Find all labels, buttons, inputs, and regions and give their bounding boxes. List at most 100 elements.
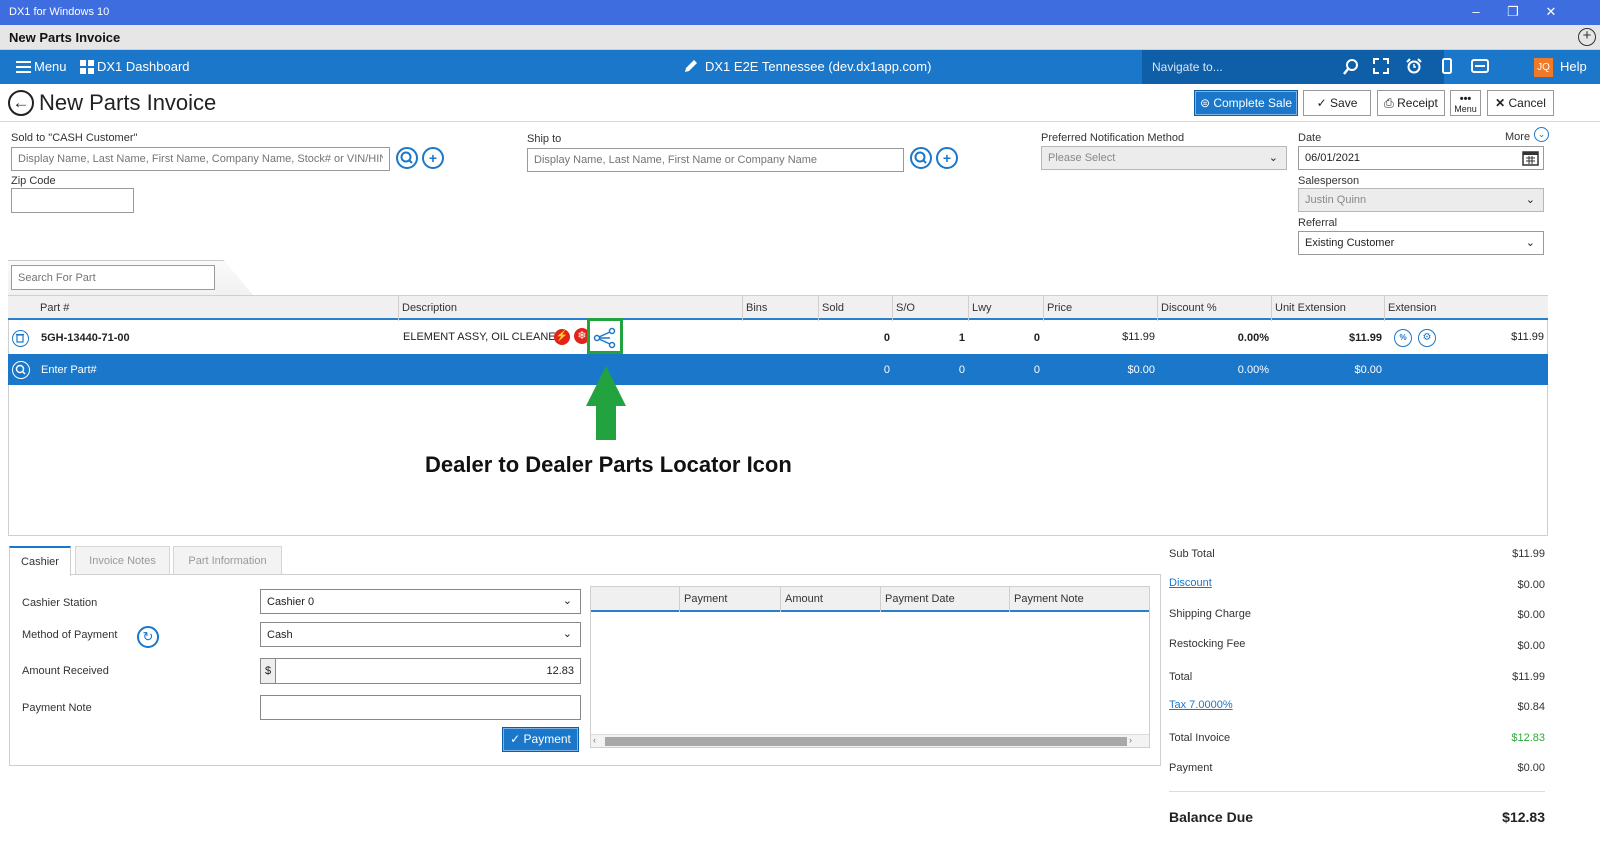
- settings-gear-icon[interactable]: ⚙: [1418, 329, 1436, 347]
- receipt-button[interactable]: ⎙ Receipt: [1377, 90, 1445, 116]
- col-extension[interactable]: Extension: [1388, 302, 1436, 314]
- col-sold[interactable]: Sold: [822, 302, 844, 314]
- mobile-device-icon[interactable]: [1437, 58, 1457, 76]
- navigate-search-box[interactable]: [1142, 50, 1444, 84]
- save-button[interactable]: ✓ Save: [1303, 90, 1371, 116]
- col-so[interactable]: S/O: [896, 302, 915, 314]
- search-icon[interactable]: [1342, 58, 1360, 76]
- shipping-label: Shipping Charge: [1169, 608, 1251, 620]
- col-payment[interactable]: Payment: [684, 593, 727, 605]
- enter-part-row[interactable]: Enter Part# 0 0 0 $0.00 0.00% $0.00: [8, 354, 1548, 385]
- back-arrow-icon[interactable]: ←: [8, 90, 34, 116]
- col-bins[interactable]: Bins: [746, 302, 767, 314]
- date-input[interactable]: 06/01/2021: [1298, 146, 1544, 170]
- document-tab-title[interactable]: New Parts Invoice: [9, 30, 120, 45]
- more-menu-button[interactable]: ••• Menu: [1450, 90, 1481, 116]
- col-unit-extension[interactable]: Unit Extension: [1275, 302, 1346, 314]
- table-row[interactable]: 5GH-13440-71-00 ELEMENT ASSY, OIL CLEANE…: [8, 321, 1548, 354]
- col-part[interactable]: Part #: [40, 302, 69, 314]
- col-description[interactable]: Description: [402, 302, 457, 314]
- tax-link[interactable]: Tax 7.0000%: [1169, 699, 1233, 711]
- refresh-icon[interactable]: ↻: [137, 626, 159, 648]
- scrollbar-thumb[interactable]: [605, 737, 1127, 746]
- percent-discount-icon[interactable]: %: [1394, 329, 1412, 347]
- salesperson-select[interactable]: Justin Quinn ⌄: [1298, 188, 1544, 212]
- pencil-icon[interactable]: [683, 59, 698, 74]
- tab-invoice-notes[interactable]: Invoice Notes: [75, 546, 170, 575]
- dashboard-link[interactable]: DX1 Dashboard: [97, 59, 190, 74]
- delete-part-icon[interactable]: [12, 330, 29, 347]
- hamburger-icon[interactable]: [16, 60, 31, 74]
- horizontal-scrollbar[interactable]: ‹ ›: [591, 734, 1149, 747]
- calendar-icon[interactable]: [1522, 150, 1539, 169]
- col-lwy[interactable]: Lwy: [972, 302, 992, 314]
- more-chevron-icon[interactable]: ⌄: [1534, 127, 1549, 142]
- more-menu-label: Menu: [1454, 104, 1477, 114]
- ship-to-search-icon[interactable]: [910, 147, 932, 169]
- close-window-button[interactable]: ✕: [1540, 3, 1562, 21]
- col-divider: [780, 587, 781, 612]
- cashier-station-value: Cashier 0: [267, 596, 315, 608]
- zip-code-input[interactable]: [11, 188, 134, 213]
- company-name[interactable]: DX1 E2E Tennessee (dev.dx1app.com): [705, 59, 931, 74]
- amount-received-value[interactable]: 12.83: [546, 665, 574, 677]
- minimize-button[interactable]: –: [1465, 3, 1487, 21]
- restore-button[interactable]: ❐: [1502, 3, 1524, 21]
- user-avatar[interactable]: JQ: [1534, 58, 1553, 77]
- col-discount[interactable]: Discount %: [1161, 302, 1217, 314]
- more-label[interactable]: More: [1505, 131, 1530, 143]
- enter-part-input[interactable]: Enter Part#: [41, 364, 97, 376]
- lwy-qty[interactable]: 0: [1018, 332, 1040, 344]
- cashier-station-select[interactable]: Cashier 0 ⌄: [260, 589, 581, 614]
- discount-link[interactable]: Discount: [1169, 577, 1212, 589]
- sold-to-input[interactable]: [11, 147, 390, 171]
- alarm-clock-icon[interactable]: [1404, 58, 1424, 76]
- col-price[interactable]: Price: [1047, 302, 1072, 314]
- scroll-right-icon[interactable]: ›: [1129, 735, 1132, 745]
- sold-to-add-icon[interactable]: +: [422, 147, 444, 169]
- complete-sale-button[interactable]: ⊜ Complete Sale: [1194, 90, 1298, 116]
- amount-received-field[interactable]: $ 12.83: [260, 658, 581, 684]
- navigate-input[interactable]: [1152, 56, 1352, 78]
- payments-grid: Payment Amount Payment Date Payment Note…: [590, 586, 1150, 748]
- menu-button[interactable]: Menu: [34, 59, 67, 74]
- tab-part-information[interactable]: Part Information: [173, 546, 282, 575]
- cancel-button[interactable]: ✕ Cancel: [1487, 90, 1554, 116]
- col-amount[interactable]: Amount: [785, 593, 823, 605]
- price-value[interactable]: $11.99: [1068, 331, 1155, 343]
- lightning-icon[interactable]: ⚡: [554, 329, 570, 345]
- payment-note-input[interactable]: [260, 695, 581, 720]
- sold-qty[interactable]: 0: [868, 332, 890, 344]
- col-divider: [1384, 296, 1385, 321]
- sub-total-label: Sub Total: [1169, 548, 1215, 560]
- message-icon[interactable]: [1470, 58, 1490, 76]
- notification-value: Please Select: [1048, 152, 1116, 164]
- discount-value[interactable]: 0.00%: [1178, 332, 1269, 344]
- sub-total-value: $11.99: [1512, 548, 1545, 560]
- so-qty[interactable]: 1: [943, 332, 965, 344]
- col-payment-date[interactable]: Payment Date: [885, 593, 955, 605]
- search-icon[interactable]: [12, 361, 30, 379]
- referral-label: Referral: [1298, 217, 1338, 229]
- tab-cashier[interactable]: Cashier: [9, 546, 71, 576]
- notification-select[interactable]: Please Select ⌄: [1041, 146, 1287, 170]
- close-icon: ✕: [1495, 96, 1506, 110]
- sold-to-search-icon[interactable]: [396, 147, 418, 169]
- col-payment-note[interactable]: Payment Note: [1014, 593, 1084, 605]
- payment-button[interactable]: ✓ Payment: [502, 727, 579, 752]
- help-link[interactable]: Help: [1560, 59, 1587, 74]
- amount-received-label: Amount Received: [22, 665, 109, 677]
- locator-highlight-box: [587, 318, 623, 354]
- ship-to-add-icon[interactable]: +: [936, 147, 958, 169]
- chevron-down-icon: ⌄: [562, 595, 572, 607]
- part-number[interactable]: 5GH-13440-71-00: [41, 332, 130, 344]
- add-tab-icon[interactable]: +: [1578, 28, 1596, 46]
- col-divider: [679, 587, 680, 612]
- scroll-left-icon[interactable]: ‹: [593, 735, 596, 745]
- search-part-input[interactable]: [11, 265, 215, 290]
- payment-method-select[interactable]: Cash ⌄: [260, 622, 581, 647]
- referral-select[interactable]: Existing Customer ⌄: [1298, 231, 1544, 255]
- fullscreen-icon[interactable]: [1371, 58, 1391, 76]
- ship-to-input[interactable]: [527, 148, 904, 172]
- save-label: Save: [1330, 96, 1358, 110]
